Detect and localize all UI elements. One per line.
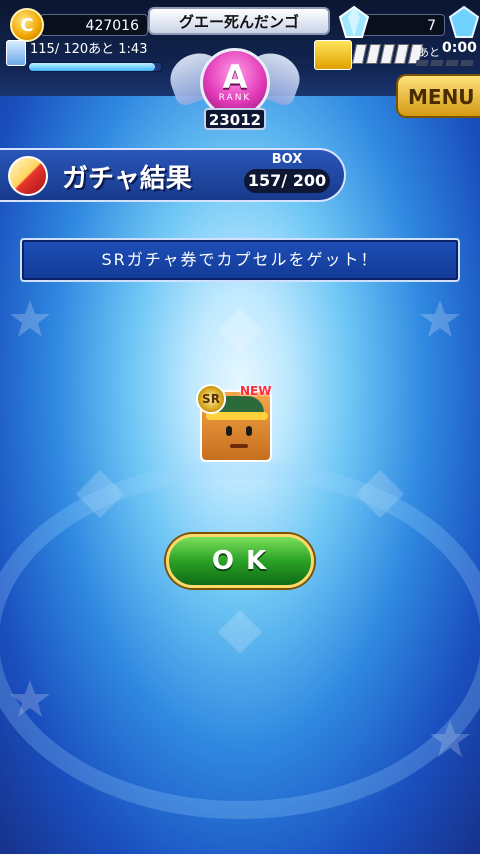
player-name: グエー死んだンゴ (148, 7, 330, 35)
capsule-icon (8, 156, 48, 196)
result-message: SRガチャ券でカプセルをゲット！ (20, 238, 460, 282)
ticket-prefix: あと (418, 46, 440, 59)
rank-label: RANK (218, 93, 252, 103)
stamina-icon (6, 40, 26, 66)
ticket-sub-gauge (415, 60, 474, 66)
rank-emblem[interactable]: A RANK 23012 (163, 44, 307, 136)
box-counter: BOX 157/ 200 (240, 152, 334, 196)
coin-count: 427016 (40, 14, 148, 36)
ticket-timer: 0:00 (442, 40, 477, 56)
ticket-gauge (351, 44, 424, 64)
menu-button[interactable]: MENU (396, 74, 480, 118)
gem-shop-icon[interactable] (448, 5, 480, 41)
box-label: BOX (271, 152, 303, 167)
ok-button[interactable]: OK (166, 534, 314, 588)
stamina-bar (28, 62, 162, 72)
rank-value: 23012 (204, 108, 266, 130)
ticket-icon (314, 40, 352, 70)
coin-icon: C (10, 8, 44, 42)
box-value: 157/ 200 (244, 169, 330, 193)
stamina-text: 115/ 120あと 1:43 (30, 42, 148, 57)
reward-item-card[interactable]: SR NEW (196, 384, 276, 464)
stamina-bar-fill (29, 63, 156, 71)
rank-letter: A (222, 58, 248, 96)
rarity-badge: SR (196, 384, 226, 414)
new-tag: NEW (240, 384, 272, 398)
result-title: ガチャ結果 (62, 164, 192, 194)
gem-icon[interactable] (336, 5, 372, 41)
